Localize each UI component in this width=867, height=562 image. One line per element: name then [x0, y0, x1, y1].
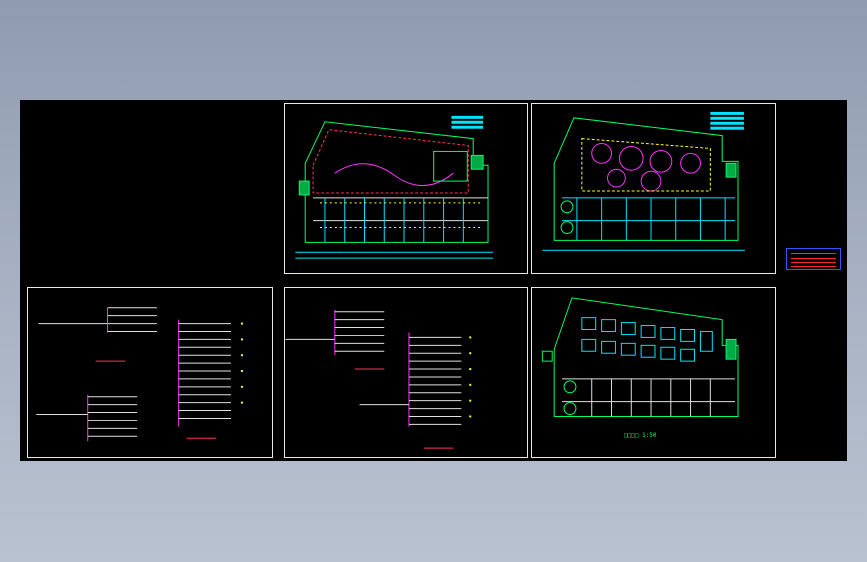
sheet-caption: □□□□ 1:50: [624, 432, 657, 439]
sheet-floor-plan-seating[interactable]: □□□□ 1:50: [531, 287, 776, 458]
title-block-stamp: [786, 248, 841, 270]
floor-plan-drawing: [295, 115, 493, 259]
sheet-system-diagram-a[interactable]: [27, 287, 273, 458]
riser-diagram-a: [36, 307, 243, 442]
drawing-canvas[interactable]: □□□□ 1:50: [20, 100, 847, 461]
sheet-floor-plan-lighting[interactable]: [284, 103, 528, 274]
ceiling-plan-drawing: [542, 111, 745, 251]
sheet-system-diagram-b[interactable]: [284, 287, 528, 458]
riser-diagram-b: [285, 309, 472, 449]
sheet-floor-plan-ceiling[interactable]: [531, 103, 776, 274]
